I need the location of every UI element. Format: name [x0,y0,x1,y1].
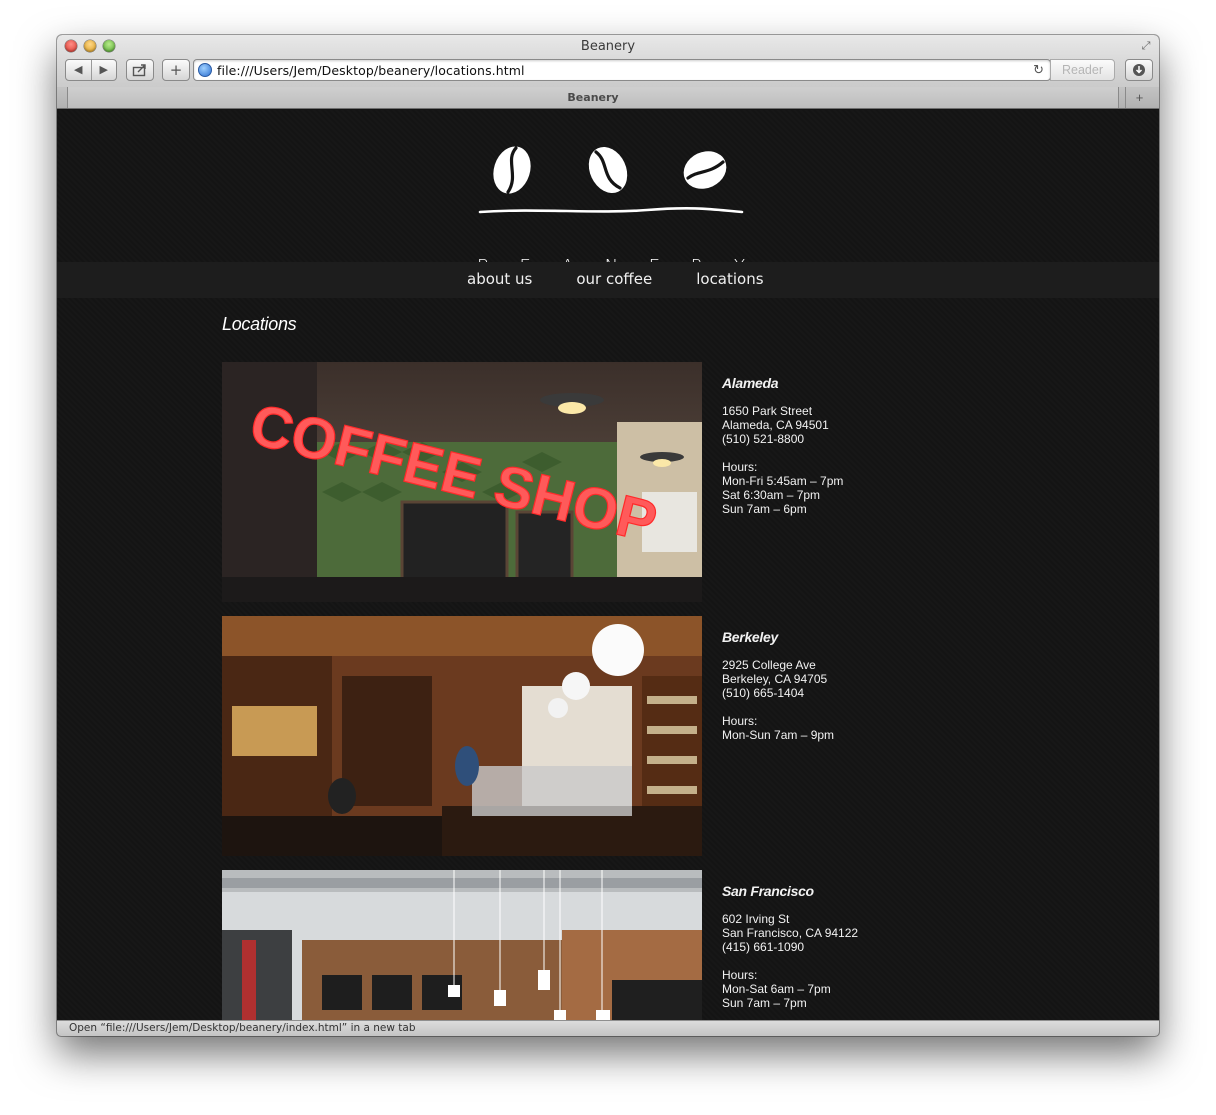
location-berkeley: Berkeley 2925 College Ave Berkeley, CA 9… [222,616,922,856]
window-title: Beanery [580,39,636,54]
location-city: Alameda, CA 94501 [722,418,829,432]
hours-line: Mon-Sat 6am – 7pm [722,982,831,996]
address-bar[interactable]: file:///Users/Jem/Desktop/beanery/locati… [193,59,1051,81]
beanery-logo[interactable]: B E A N E R Y [57,140,1159,277]
location-info: Berkeley 2925 College Ave Berkeley, CA 9… [722,630,834,742]
browser-toolbar: Beanery ⤢ ◀ ▶ + file:///Users/Jem/Deskto… [57,35,1159,91]
location-street: 1650 Park Street [722,404,813,418]
coffee-beans-logo-icon [478,146,744,214]
location-phone: (510) 521-8800 [722,432,805,446]
browser-window: Beanery ⤢ ◀ ▶ + file:///Users/Jem/Deskto… [57,35,1159,1036]
hours-line: Sun 7am – 7pm [722,996,807,1010]
share-icon[interactable] [126,59,154,81]
location-info: San Francisco 602 Irving St San Francisc… [722,884,858,1010]
nav-about-us[interactable]: about us [467,270,532,288]
download-icon[interactable] [1125,59,1153,81]
berkeley-photo [222,616,702,856]
hours-line: Mon-Sun 7am – 9pm [722,728,835,742]
site-nav: about us our coffee locations [57,262,1159,298]
reload-icon[interactable]: ↻ [1033,62,1044,78]
hours-line: Mon-Fri 5:45am – 7pm [722,474,844,488]
new-tab-button[interactable]: + [162,59,190,81]
status-bar: Open “file:///Users/Jem/Desktop/beanery/… [57,1020,1159,1036]
url-text[interactable]: file:///Users/Jem/Desktop/beanery/locati… [217,63,525,78]
location-city: Berkeley, CA 94705 [722,672,828,686]
tab-beanery[interactable]: Beanery [67,87,1119,108]
hours-line: Sat 6:30am – 7pm [722,488,821,502]
forward-arrow-icon[interactable]: ▶ [92,60,117,80]
location-phone: (510) 665-1404 [722,686,805,700]
location-street: 2925 College Ave [722,658,816,672]
location-info: Alameda 1650 Park Street Alameda, CA 945… [722,376,843,516]
reader-button[interactable]: Reader [1050,59,1115,81]
hours-label: Hours: [722,460,758,474]
hours-label: Hours: [722,714,758,728]
san-francisco-photo [222,870,702,1020]
location-name: Berkeley [722,629,778,645]
location-san-francisco: San Francisco 602 Irving St San Francisc… [222,870,922,1020]
alameda-photo: COFFEE SHOP [222,362,702,602]
location-name: Alameda [722,375,779,391]
hours-label: Hours: [722,968,758,982]
fullscreen-icon[interactable]: ⤢ [1139,39,1153,53]
page-title: Locations [222,314,297,334]
nav-locations[interactable]: locations [696,270,763,288]
globe-icon [198,63,212,77]
back-arrow-icon[interactable]: ◀ [66,60,92,80]
location-alameda: COFFEE SHOP Alameda 1650 Park Street Ala… [222,362,922,602]
add-tab-icon[interactable]: + [1125,87,1153,108]
tab-bar: Beanery + [57,87,1159,109]
nav-our-coffee[interactable]: our coffee [576,270,652,288]
web-page: B E A N E R Y about us our coffee locati… [57,110,1159,1020]
location-name: San Francisco [722,883,814,899]
hours-line: Sun 7am – 6pm [722,502,807,516]
location-street: 602 Irving St [722,912,790,926]
back-forward-group: ◀ ▶ [65,59,117,81]
location-city: San Francisco, CA 94122 [722,926,859,940]
location-phone: (415) 661-1090 [722,940,805,954]
